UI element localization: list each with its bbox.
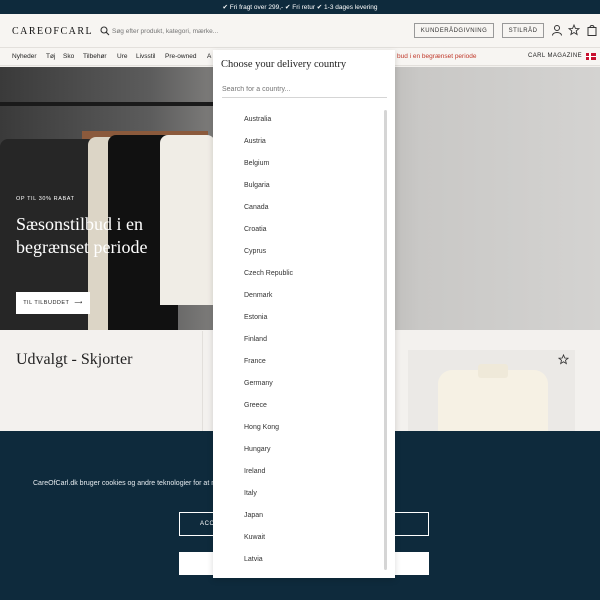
shirt-shape: [438, 370, 548, 431]
nav-promo-link[interactable]: bud i en begrænset periode: [397, 53, 477, 60]
country-option[interactable]: Hungary: [244, 446, 270, 453]
country-option[interactable]: Australia: [244, 116, 271, 123]
country-option[interactable]: Greece: [244, 402, 267, 409]
country-option[interactable]: Denmark: [244, 292, 272, 299]
country-option[interactable]: Canada: [244, 204, 269, 211]
nav-item-pre-owned[interactable]: Pre-owned: [165, 53, 196, 60]
danish-flag-icon[interactable]: [586, 53, 596, 60]
hero-cta-label: TIL TILBUDDET: [23, 300, 70, 306]
country-option[interactable]: Germany: [244, 380, 273, 387]
country-option[interactable]: Czech Republic: [244, 270, 293, 277]
country-option[interactable]: Ireland: [244, 468, 265, 475]
section-title: Udvalgt - Skjorter: [16, 351, 133, 368]
site-logo[interactable]: CAREOFCARL: [12, 26, 93, 37]
clothes-rail: [0, 102, 215, 106]
country-option[interactable]: France: [244, 358, 266, 365]
star-icon[interactable]: [568, 24, 580, 36]
hero-title: Sæsonstilbud i en begrænset periode: [16, 214, 148, 258]
favorite-star-icon[interactable]: [558, 354, 569, 365]
bag-icon[interactable]: [586, 24, 598, 36]
country-picker: Choose your delivery country Australia A…: [213, 50, 395, 578]
shipping-banner: ✔ Fri fragt over 299,- ✔ Fri retur ✔ 1-3…: [0, 0, 600, 14]
customer-service-button[interactable]: KUNDERÅDGIVNING: [414, 23, 494, 38]
card-divider: [202, 331, 203, 431]
nav-item-tilbehor[interactable]: Tilbehør: [83, 53, 107, 60]
hero-discount-label: OP TIL 30% RABAT: [16, 196, 75, 202]
country-list-scrollbar[interactable]: [384, 110, 387, 570]
user-icon[interactable]: [551, 24, 563, 36]
nav-item-sko[interactable]: Sko: [63, 53, 74, 60]
country-option[interactable]: Belgium: [244, 160, 269, 167]
country-option[interactable]: Hong Kong: [244, 424, 279, 431]
country-option[interactable]: Croatia: [244, 226, 267, 233]
search-input[interactable]: [112, 24, 232, 38]
country-option[interactable]: Italy: [244, 490, 257, 497]
product-image[interactable]: [408, 350, 575, 431]
country-option[interactable]: Bulgaria: [244, 182, 270, 189]
hero-cta-button[interactable]: TIL TILBUDDET ⟶: [16, 292, 90, 314]
nav-item-toj[interactable]: Tøj: [46, 53, 55, 60]
nav-item-livsstil[interactable]: Livsstil: [136, 53, 156, 60]
country-option[interactable]: Kuwait: [244, 534, 265, 541]
shirt-collar: [478, 364, 508, 378]
country-option[interactable]: Finland: [244, 336, 267, 343]
search-icon[interactable]: [100, 26, 110, 36]
nav-item-a[interactable]: A: [207, 53, 211, 60]
site-header: CAREOFCARL KUNDERÅDGIVNING STILRÅD: [0, 14, 600, 48]
style-advice-button[interactable]: STILRÅD: [502, 23, 544, 38]
country-option[interactable]: Latvia: [244, 556, 263, 563]
country-option[interactable]: Japan: [244, 512, 263, 519]
shipping-banner-text: ✔ Fri fragt over 299,- ✔ Fri retur ✔ 1-3…: [222, 4, 378, 11]
country-option[interactable]: Austria: [244, 138, 266, 145]
country-option[interactable]: Estonia: [244, 314, 267, 321]
white-garment: [160, 135, 215, 305]
nav-magazine-link[interactable]: CARL MAGAZINE: [528, 53, 582, 59]
arrow-right-icon: ⟶: [74, 300, 83, 306]
nav-item-nyheder[interactable]: Nyheder: [12, 53, 37, 60]
country-search-input[interactable]: [222, 81, 387, 98]
country-picker-title: Choose your delivery country: [221, 59, 347, 70]
nav-item-ure[interactable]: Ure: [117, 53, 127, 60]
country-option[interactable]: Cyprus: [244, 248, 266, 255]
